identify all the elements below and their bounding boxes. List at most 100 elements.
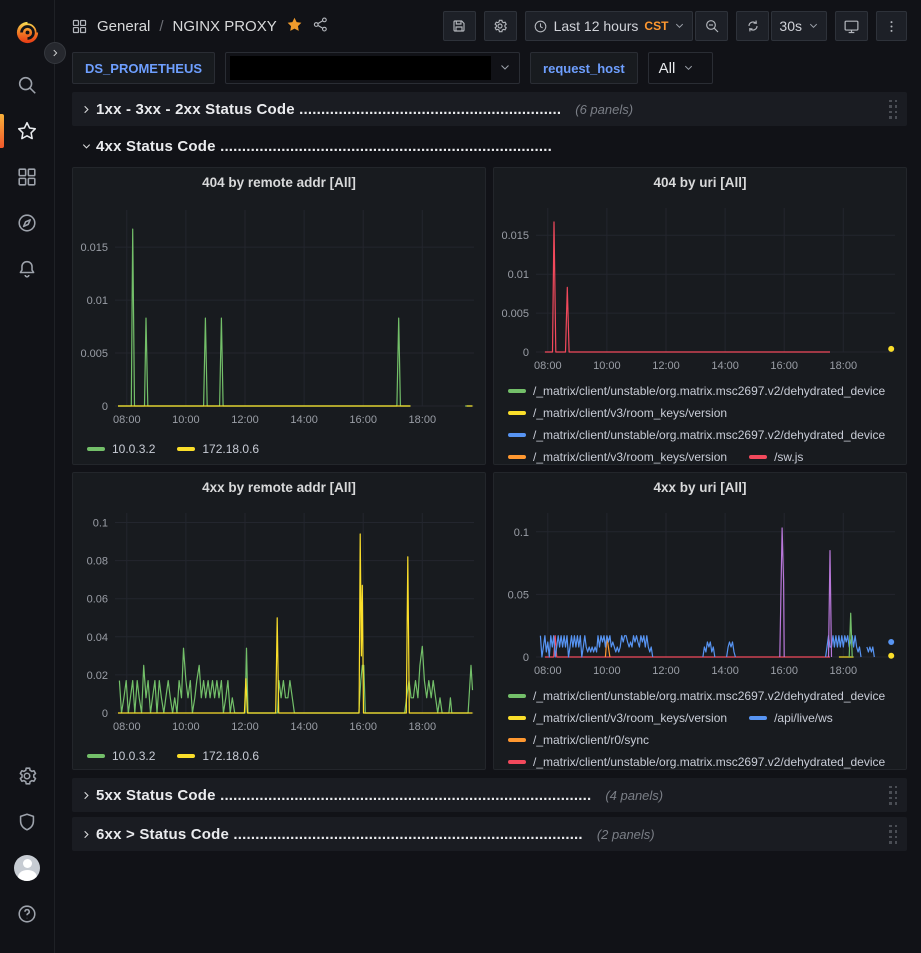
legend-item[interactable]: 172.18.0.6 — [177, 745, 259, 767]
breadcrumb-separator: / — [159, 18, 163, 35]
sidebar-expand-button[interactable] — [44, 42, 66, 64]
row-panel-count: (4 panels) — [605, 788, 663, 803]
series-label: /_matrix/client/unstable/org.matrix.msc2… — [533, 751, 885, 769]
bell-icon — [16, 258, 38, 280]
timeseries-chart[interactable]: 00.020.040.060.080.108:0010:0012:0014:00… — [77, 501, 483, 743]
sidebar-item-starred[interactable] — [0, 116, 55, 146]
series-label: /api/live/ws — [774, 707, 833, 729]
series-color-swatch — [749, 716, 767, 720]
legend-item[interactable]: /_matrix/client/v3/room_keys/version — [508, 402, 727, 424]
kebab-menu-button[interactable] — [876, 11, 907, 41]
svg-text:14:00: 14:00 — [290, 721, 318, 733]
zoom-out-time-button[interactable] — [695, 11, 728, 41]
row-drag-handle[interactable] — [885, 821, 901, 848]
timeseries-chart[interactable]: 00.0050.010.01508:0010:0012:0014:0016:00… — [77, 196, 483, 436]
chevron-down-icon — [76, 141, 96, 152]
sidebar-item-alerting[interactable] — [0, 254, 55, 284]
svg-text:08:00: 08:00 — [113, 721, 141, 733]
svg-text:0.1: 0.1 — [93, 518, 108, 530]
legend-item[interactable]: /_matrix/client/v3/room_keys/version — [508, 446, 727, 464]
panel-4xx-by-remote-addr: 4xx by remote addr [All] 00.020.040.060.… — [72, 472, 486, 770]
datasource-select[interactable] — [225, 52, 520, 84]
series-label: /sw.js — [774, 446, 803, 464]
chevron-down-icon — [674, 18, 685, 34]
breadcrumb-section[interactable]: General — [97, 18, 150, 35]
legend-item[interactable]: /_matrix/client/unstable/org.matrix.msc2… — [508, 751, 885, 769]
legend-item[interactable]: 10.0.3.2 — [87, 745, 155, 767]
svg-text:08:00: 08:00 — [113, 414, 141, 426]
svg-text:12:00: 12:00 — [231, 721, 259, 733]
panel-title[interactable]: 4xx by uri [All] — [494, 473, 906, 501]
favorite-star-icon[interactable] — [286, 16, 303, 36]
timezone-label: CST — [644, 19, 668, 33]
breadcrumb-title[interactable]: NGINX PROXY — [173, 18, 277, 35]
sidebar-item-configuration[interactable] — [0, 761, 55, 791]
chevron-right-icon — [76, 104, 96, 115]
sidebar-item-server-admin[interactable] — [0, 807, 55, 837]
legend-item[interactable]: /sw.js — [749, 446, 803, 464]
series-color-swatch — [508, 738, 526, 742]
svg-text:10:00: 10:00 — [593, 360, 621, 372]
variables-bar: DS_PROMETHEUS request_host All — [55, 52, 921, 92]
panel-title[interactable]: 4xx by remote addr [All] — [73, 473, 485, 501]
legend-item[interactable]: 172.18.0.6 — [177, 438, 259, 460]
sidebar-item-explore[interactable] — [0, 208, 55, 238]
time-range-picker[interactable]: Last 12 hours CST — [525, 11, 694, 41]
legend-item[interactable]: 10.0.3.2 — [87, 438, 155, 460]
row-drag-handle[interactable] — [885, 782, 901, 809]
legend-item[interactable]: /_matrix/client/unstable/org.matrix.msc2… — [508, 685, 885, 707]
share-icon[interactable] — [312, 16, 329, 36]
legend-item[interactable]: /api/live/ws — [749, 707, 833, 729]
request-host-variable-label: request_host — [530, 52, 638, 84]
save-dashboard-button[interactable] — [443, 11, 476, 41]
timeseries-chart[interactable]: 00.0050.010.01508:0010:0012:0014:0016:00… — [498, 196, 904, 378]
svg-text:14:00: 14:00 — [290, 414, 318, 426]
row-panel-count: (6 panels) — [575, 102, 633, 117]
svg-text:0: 0 — [523, 347, 529, 359]
toolbar: Last 12 hours CST 30s — [443, 11, 907, 41]
clock-icon — [533, 19, 548, 34]
row-5xx[interactable]: 5xx Status Code ........................… — [72, 778, 907, 812]
row-6xx[interactable]: 6xx > Status Code ......................… — [72, 817, 907, 851]
gear-icon — [16, 765, 38, 787]
sidebar-item-help[interactable] — [0, 899, 55, 929]
svg-text:12:00: 12:00 — [652, 665, 680, 677]
chevron-down-icon — [683, 60, 694, 77]
row-1xx-3xx-2xx[interactable]: 1xx - 3xx - 2xx Status Code ............… — [72, 92, 907, 126]
help-icon — [16, 903, 38, 925]
refresh-interval-picker[interactable]: 30s — [771, 11, 827, 41]
panel-title[interactable]: 404 by remote addr [All] — [73, 168, 485, 196]
panel-grid: 404 by remote addr [All] 00.0050.010.015… — [72, 167, 907, 770]
row-panel-count: (2 panels) — [597, 827, 655, 842]
sidebar-item-dashboards[interactable] — [0, 162, 55, 192]
svg-text:0: 0 — [102, 708, 108, 720]
panel-title[interactable]: 404 by uri [All] — [494, 168, 906, 196]
cycle-view-mode-button[interactable] — [835, 11, 868, 41]
legend-item[interactable]: /_matrix/client/r0/sync — [508, 729, 649, 751]
svg-text:08:00: 08:00 — [534, 665, 562, 677]
svg-text:12:00: 12:00 — [652, 360, 680, 372]
svg-text:18:00: 18:00 — [830, 360, 858, 372]
sidebar — [0, 0, 55, 953]
sidebar-item-profile[interactable] — [0, 853, 55, 883]
row-drag-handle[interactable] — [885, 96, 901, 123]
svg-text:16:00: 16:00 — [770, 360, 798, 372]
request-host-select[interactable]: All — [648, 52, 714, 84]
legend-item[interactable]: /_matrix/client/v3/room_keys/version — [508, 707, 727, 729]
legend-item[interactable]: /_matrix/client/unstable/org.matrix.msc2… — [508, 424, 885, 446]
svg-text:10:00: 10:00 — [172, 414, 200, 426]
svg-text:18:00: 18:00 — [409, 414, 437, 426]
request-host-value: All — [659, 60, 676, 77]
dashboard-settings-button[interactable] — [484, 11, 517, 41]
legend-item[interactable]: /_matrix/client/unstable/org.matrix.msc2… — [508, 380, 885, 402]
refresh-button[interactable] — [736, 11, 769, 41]
svg-text:0.015: 0.015 — [501, 230, 529, 242]
sidebar-item-search[interactable] — [0, 70, 55, 100]
row-4xx[interactable]: 4xx Status Code ........................… — [72, 132, 907, 160]
main-area: General / NGINX PROXY — [55, 0, 921, 953]
svg-text:10:00: 10:00 — [593, 665, 621, 677]
timeseries-chart[interactable]: 00.050.108:0010:0012:0014:0016:0018:00 — [498, 501, 904, 683]
panel-404-by-uri: 404 by uri [All] 00.0050.010.01508:0010:… — [493, 167, 907, 465]
panel-4xx-by-uri: 4xx by uri [All] 00.050.108:0010:0012:00… — [493, 472, 907, 770]
series-label: 172.18.0.6 — [202, 745, 259, 767]
